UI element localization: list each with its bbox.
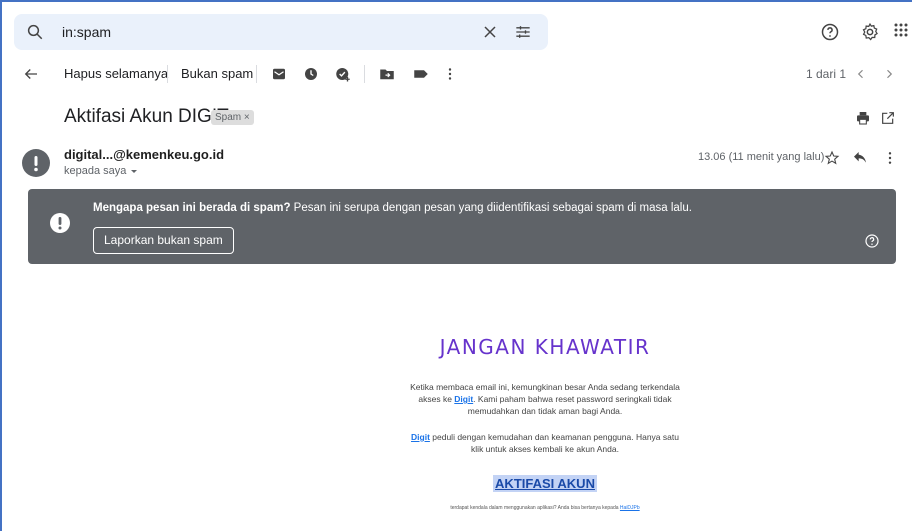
search-input[interactable]: in:spam <box>62 24 111 40</box>
message-toolbar: Hapus selamanya Bukan spam 1 dari 1 <box>0 58 912 90</box>
spam-warning-banner: Mengapa pesan ini berada di spam? Pesan … <box>28 189 896 264</box>
footer-text: terdapat kendala dalam menggunakan aplik… <box>450 505 620 511</box>
delete-forever-button[interactable]: Hapus selamanya <box>64 66 168 81</box>
reply-icon[interactable] <box>852 150 868 166</box>
toolbar-divider <box>167 65 168 83</box>
support-link[interactable]: HaiDJPb <box>620 505 640 511</box>
move-to-icon[interactable] <box>378 65 396 83</box>
spam-explanation-title: Mengapa pesan ini berada di spam? <box>93 202 291 214</box>
email-headline: JANGAN KHAWATIR <box>439 335 651 359</box>
open-new-window-icon[interactable] <box>880 110 896 126</box>
apps-icon[interactable] <box>893 22 909 38</box>
sender-avatar[interactable] <box>22 149 50 177</box>
label-icon[interactable] <box>412 65 430 83</box>
help-icon[interactable] <box>864 233 880 249</box>
email-body: JANGAN KHAWATIR Ketika membaca email ini… <box>410 335 680 511</box>
more-vert-icon[interactable] <box>882 150 898 166</box>
star-icon[interactable] <box>824 150 840 166</box>
window-frame-top <box>0 0 912 2</box>
not-spam-button[interactable]: Bukan spam <box>181 66 253 81</box>
more-vert-icon[interactable] <box>441 65 459 83</box>
spam-explanation: Mengapa pesan ini berada di spam? Pesan … <box>93 202 692 214</box>
clear-icon[interactable] <box>480 22 500 42</box>
settings-icon[interactable] <box>860 22 880 42</box>
next-icon[interactable] <box>880 65 898 83</box>
sender-address[interactable]: digital...@kemenkeu.go.id <box>64 147 224 162</box>
snooze-icon[interactable] <box>302 65 320 83</box>
spam-label-chip[interactable]: Spam × <box>211 110 254 125</box>
prev-icon[interactable] <box>852 65 870 83</box>
spam-explanation-text: Pesan ini serupa dengan pesan yang diide… <box>290 202 692 214</box>
filter-icon[interactable] <box>513 22 533 42</box>
toolbar-divider <box>256 65 257 83</box>
report-spam-icon[interactable] <box>270 65 288 83</box>
pagination-label: 1 dari 1 <box>806 67 847 81</box>
report-not-spam-button[interactable]: Laporkan bukan spam <box>93 227 234 254</box>
digit-link[interactable]: Digit <box>454 394 473 404</box>
activate-account-link[interactable]: AKTIFASI AKUN <box>493 475 597 492</box>
help-icon[interactable] <box>820 22 840 42</box>
paragraph-text: peduli dengan kemudahan dan keamanan pen… <box>429 432 679 454</box>
email-timestamp: 13.06 (11 menit yang lalu) <box>698 151 825 163</box>
chevron-down-icon[interactable] <box>129 166 139 176</box>
add-task-icon[interactable] <box>334 65 352 83</box>
email-paragraph: Ketika membaca email ini, kemungkinan be… <box>410 381 680 417</box>
recipient-label: kepada saya <box>64 165 127 177</box>
email-paragraph: Digit peduli dengan kemudahan dan keaman… <box>410 431 680 455</box>
email-subject: Aktifasi Akun DIGIT <box>64 106 229 127</box>
paragraph-text: . Kami paham bahwa reset password sering… <box>467 394 672 416</box>
back-icon[interactable] <box>22 65 40 83</box>
toolbar-divider <box>364 65 365 83</box>
digit-link[interactable]: Digit <box>411 432 430 442</box>
search-bar[interactable]: in:spam <box>14 14 548 50</box>
recipient-details[interactable]: kepada saya <box>64 165 139 177</box>
email-footer: terdapat kendala dalam menggunakan aplik… <box>410 505 680 511</box>
print-icon[interactable] <box>855 110 871 126</box>
warning-icon <box>50 213 70 233</box>
search-icon[interactable] <box>26 23 44 41</box>
